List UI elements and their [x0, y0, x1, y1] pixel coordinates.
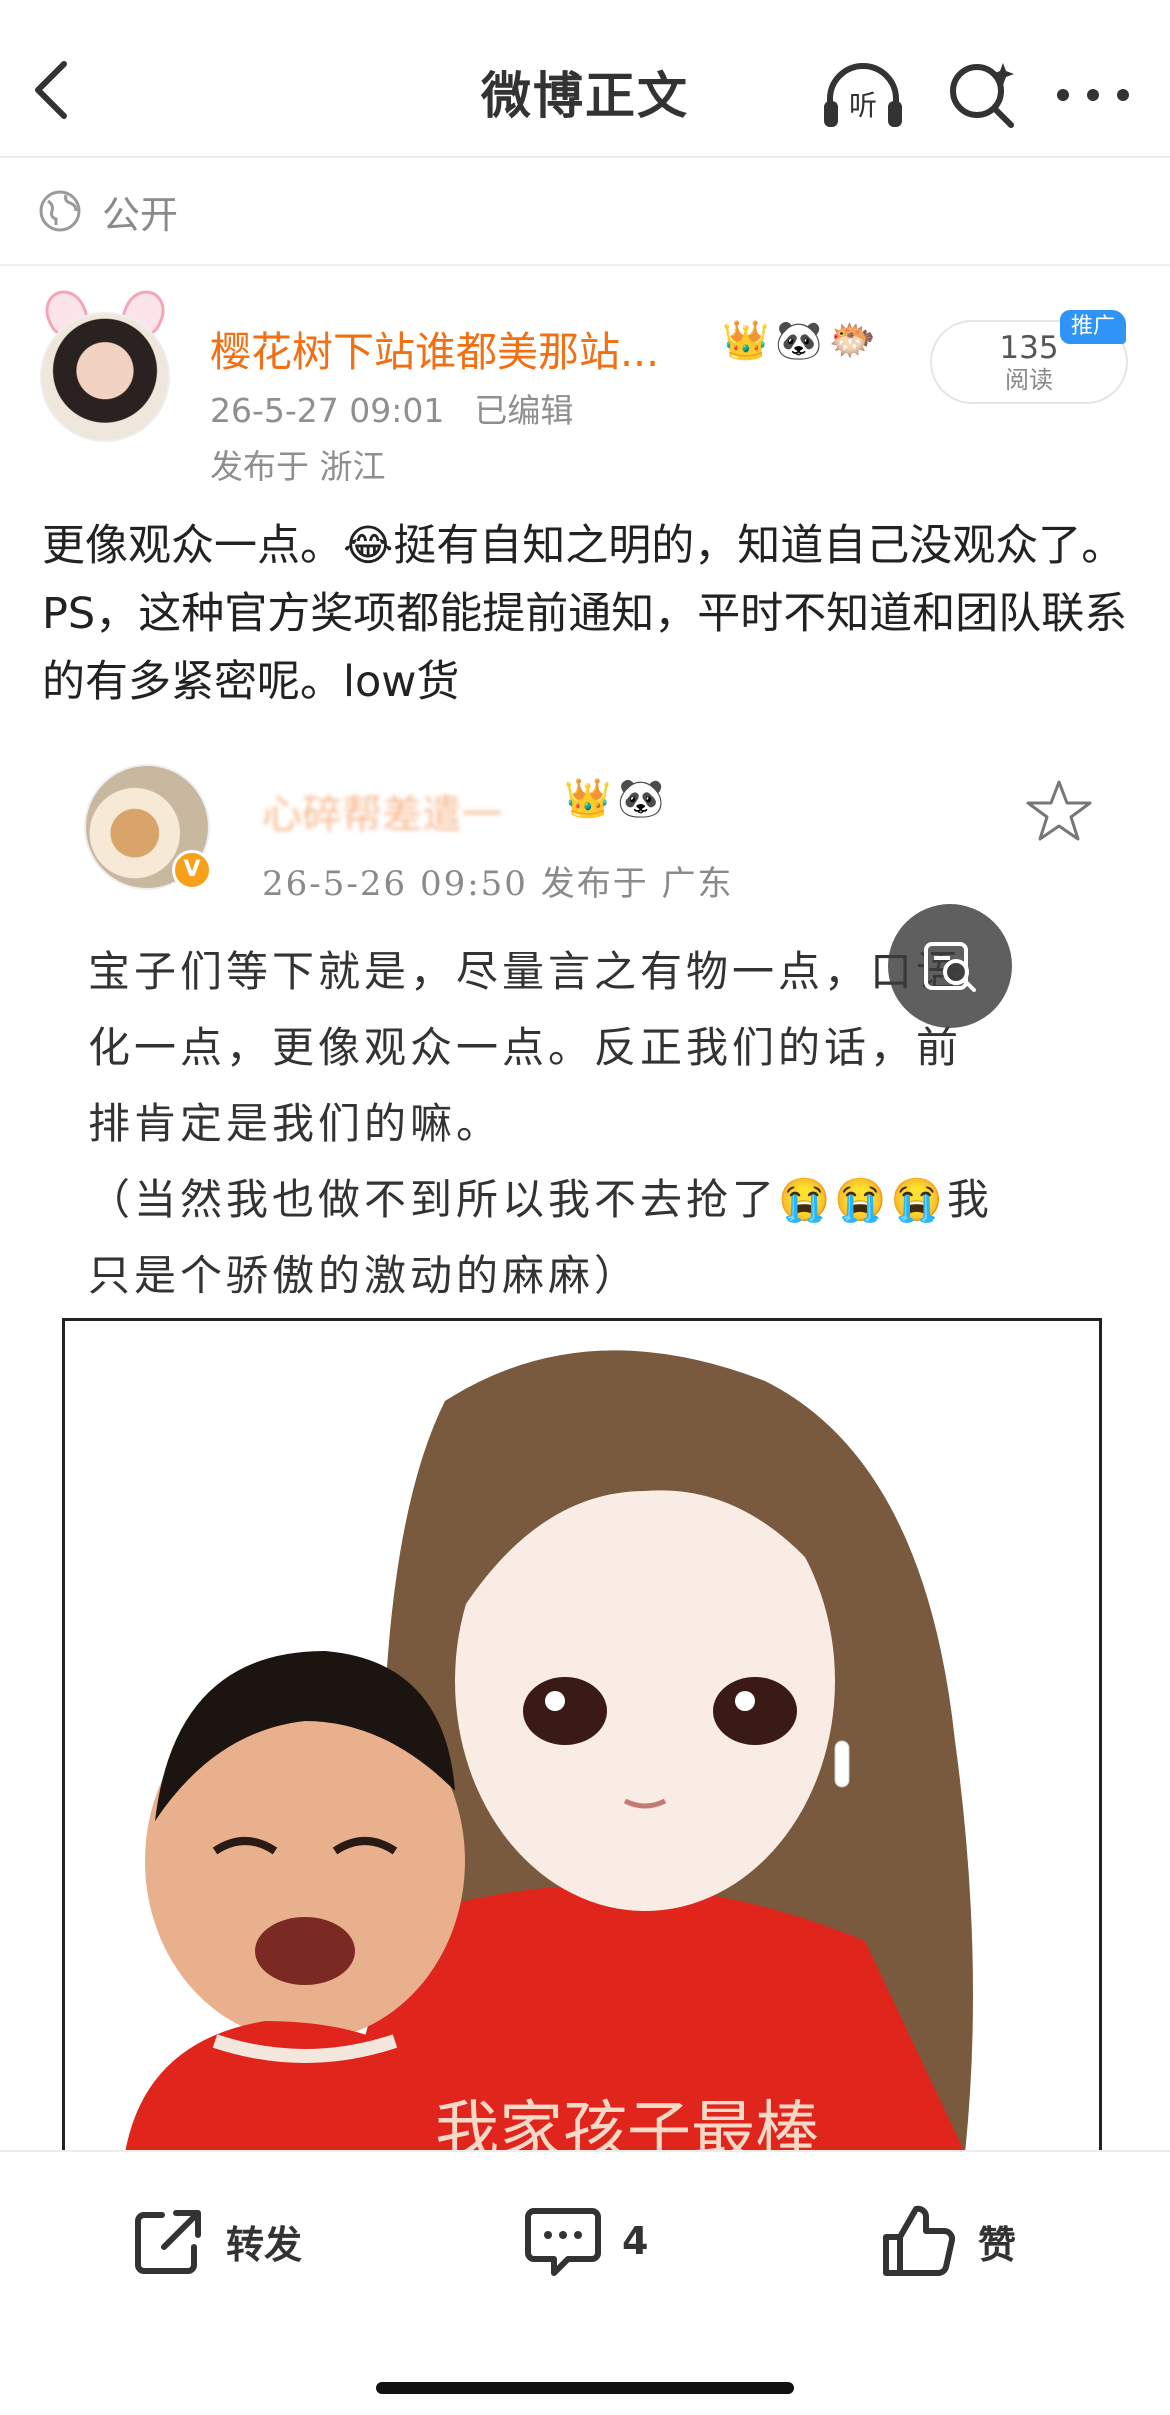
embedded-author-name: 心碎帮差遣一: [262, 792, 502, 838]
embedded-meta: 26-5-26 09:50 发布于 广东: [262, 864, 734, 904]
meme-caption: 我家孩子最棒: [435, 2095, 819, 2150]
crown-badge-icon: 👑: [564, 776, 612, 820]
visibility-label: 公开: [102, 192, 179, 237]
comment-button[interactable]: 4: [524, 2196, 648, 2286]
like-button[interactable]: 赞: [880, 2196, 1016, 2286]
svg-text:听: 听: [849, 89, 877, 122]
search-button[interactable]: [940, 52, 1026, 138]
comment-count: 4: [622, 2219, 649, 2263]
headphones-icon: 听: [824, 63, 902, 127]
author-name[interactable]: 樱花树下站谁都美那站...: [210, 318, 659, 378]
post-text-part1: 更像观众一点。: [42, 521, 343, 571]
post-date: 26-5-27 09:01: [210, 391, 445, 430]
divider: [0, 264, 1170, 266]
fish-badge-icon: 🐡: [828, 318, 876, 362]
mother-child-illustration: 我家孩子最棒: [125, 1350, 973, 2150]
share-icon: [135, 2210, 201, 2274]
embedded-line: 只是个骄傲的激动的麻麻）: [88, 1251, 641, 1300]
embedded-line: （当然我也做不到所以我不去抢了😭😭😭我: [88, 1175, 993, 1224]
forward-label: 转发: [226, 2222, 303, 2267]
verified-badge-icon: V: [172, 850, 212, 890]
author-badges: 👑 🐼 🐡: [722, 318, 876, 363]
like-label: 赞: [978, 2222, 1017, 2267]
bottom-toolbar: 转发 4 赞: [0, 2150, 1170, 2415]
panda-badge-icon: 🐼: [617, 776, 665, 820]
panda-badge-icon: 🐼: [775, 318, 823, 362]
post-location: 发布于 浙江: [210, 447, 386, 486]
image-search-button[interactable]: [888, 904, 1012, 1028]
more-button[interactable]: [1050, 52, 1136, 138]
image-search-icon: [924, 942, 976, 992]
avatar: [40, 312, 170, 442]
thumbs-up-icon: [883, 2205, 956, 2276]
home-indicator[interactable]: [376, 2382, 794, 2394]
star-icon: [1026, 780, 1092, 841]
visibility-row: 公开: [0, 158, 1170, 264]
more-dots-icon: [1057, 89, 1129, 101]
promo-badge[interactable]: 推广: [1060, 310, 1126, 344]
search-icon: [950, 63, 1014, 128]
read-label: 阅读: [1005, 366, 1053, 394]
edited-label[interactable]: 已编辑: [474, 391, 573, 430]
globe-icon: [39, 190, 81, 232]
listen-button[interactable]: 听: [820, 52, 906, 138]
post-meta: 26-5-27 09:01 已编辑: [210, 384, 573, 432]
comment-icon: [525, 2208, 601, 2276]
embedded-badges: 👑 🐼: [564, 776, 665, 821]
embedded-line: 排肯定是我们的嘛。: [88, 1099, 503, 1148]
crown-badge-icon: 👑: [722, 318, 770, 362]
author-avatar[interactable]: [38, 283, 172, 442]
forward-button[interactable]: 转发: [130, 2196, 302, 2286]
meme-illustration: 我家孩子最棒: [62, 1318, 1102, 2150]
post-body: 更像观众一点。😂挺有自知之明的，知道自己没观众了。PS，这种官方奖项都能提前通知…: [42, 512, 1132, 716]
nav-bar: 微博正文 听: [0, 0, 1170, 156]
laugh-emoji-icon: 😂: [343, 521, 394, 571]
